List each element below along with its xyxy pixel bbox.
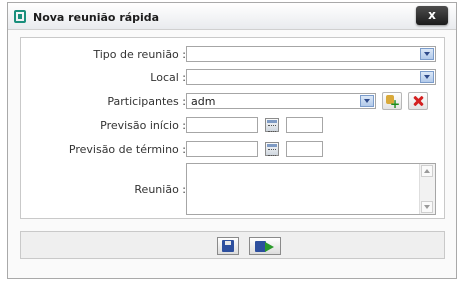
tipo-reuniao-select[interactable] [186, 46, 436, 62]
dialog-title: Nova reunião rápida [33, 11, 160, 24]
form-panel: Tipo de reunião : Local : Participantes … [20, 37, 445, 219]
chevron-down-icon[interactable] [420, 71, 434, 83]
scroll-up-icon[interactable] [421, 165, 433, 177]
previsao-inicio-time-input[interactable] [286, 117, 323, 133]
textarea-scrollbar[interactable] [419, 164, 435, 214]
participantes-select[interactable]: adm [186, 93, 376, 109]
tipo-reuniao-label: Tipo de reunião : [93, 48, 186, 61]
calendar-icon[interactable] [265, 118, 279, 132]
previsao-termino-time-input[interactable] [286, 141, 323, 157]
local-label: Local : [150, 71, 186, 84]
save-icon[interactable] [217, 237, 239, 255]
chevron-down-icon[interactable] [360, 95, 374, 107]
send-icon[interactable] [249, 237, 281, 255]
app-logo-icon [14, 10, 26, 23]
local-select[interactable] [186, 69, 436, 85]
reuniao-label: Reunião : [134, 183, 186, 196]
previsao-termino-label: Previsão de término : [68, 143, 186, 156]
reuniao-textarea[interactable] [186, 163, 436, 215]
chevron-down-icon[interactable] [420, 48, 434, 60]
quick-meeting-dialog: Nova reunião rápida x Tipo de reunião : … [7, 2, 457, 279]
add-participant-icon[interactable] [382, 92, 402, 111]
close-button[interactable]: x [416, 6, 448, 25]
dialog-titlebar: Nova reunião rápida x [8, 3, 456, 30]
action-bar [20, 231, 445, 259]
previsao-termino-date-input[interactable] [186, 141, 258, 157]
previsao-inicio-label: Previsão início : [100, 119, 186, 132]
scroll-down-icon[interactable] [421, 201, 433, 213]
previsao-inicio-date-input[interactable] [186, 117, 258, 133]
participantes-value: adm [191, 95, 216, 108]
remove-participant-icon[interactable] [408, 92, 428, 110]
calendar-icon[interactable] [265, 142, 279, 156]
participantes-label: Participantes : [107, 95, 186, 108]
